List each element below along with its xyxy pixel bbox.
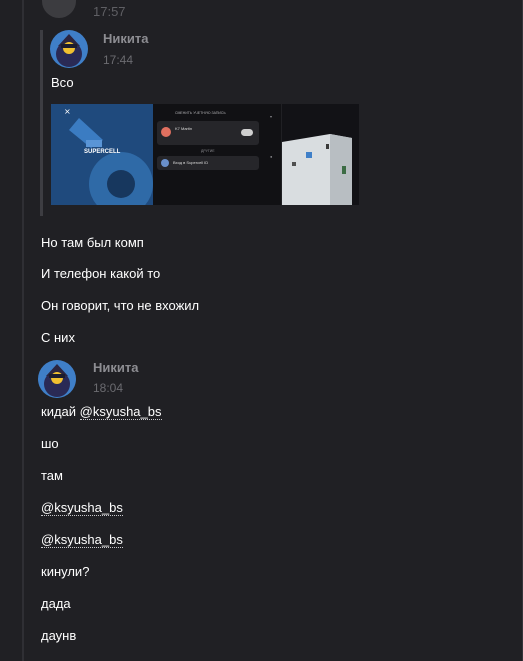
toggle-icon[interactable]: [241, 129, 253, 136]
user-mention[interactable]: @ksyusha_bs: [79, 404, 162, 420]
message-text: даунв: [41, 628, 77, 643]
message-text: С них: [41, 330, 75, 345]
message-time: 17:44: [103, 53, 134, 67]
message-time: 17:57: [93, 4, 126, 19]
supercell-label: SUPERCELL: [84, 149, 121, 155]
other-login-label: Вход в Supercell ID: [173, 160, 209, 165]
thread-line: [22, 0, 24, 661]
avatar[interactable]: [38, 360, 76, 398]
section-label: ДРУГИЕ: [201, 149, 215, 153]
message-text: Но там был комп: [41, 235, 144, 250]
message-text: Он говорит, что не вхожил: [41, 298, 200, 313]
message-text: дада: [41, 596, 71, 611]
chevron-icon: ▾: [270, 114, 273, 119]
other-login-row[interactable]: Вход в Supercell ID: [157, 156, 259, 170]
author-name[interactable]: Никита: [103, 31, 148, 46]
message-text: кидай @ksyusha_bs: [41, 404, 162, 420]
message-text: Всо: [51, 75, 74, 90]
dialog-header: СМЕНИТЬ УЧЕТНУЮ ЗАПИСЬ: [175, 111, 226, 115]
computer-room-photo[interactable]: [282, 104, 359, 205]
message-text: @ksyusha_bs: [41, 500, 123, 516]
avatar[interactable]: [42, 0, 76, 18]
message-text: @ksyusha_bs: [41, 532, 123, 548]
message-time: 18:04: [93, 381, 124, 395]
account-card[interactable]: K7 Martin: [157, 121, 259, 145]
dot-icon: ●: [270, 154, 273, 159]
message-text: шо: [41, 436, 59, 451]
quote-bar: [40, 30, 43, 216]
message-text: кинули?: [41, 564, 90, 579]
message-text: там: [41, 468, 63, 483]
supercell-id-login-screenshot[interactable]: × SUPERCELL: [51, 104, 153, 205]
user-mention[interactable]: @ksyusha_bs: [41, 532, 123, 548]
account-name: K7 Martin: [175, 126, 193, 131]
avatar: [161, 159, 169, 167]
account-switch-screenshot[interactable]: СМЕНИТЬ УЧЕТНУЮ ЗАПИСЬ K7 Martin ДРУГИЕ …: [153, 104, 281, 205]
avatar[interactable]: [50, 30, 88, 68]
user-mention[interactable]: @ksyusha_bs: [41, 500, 123, 516]
message-prefix: кидай: [41, 404, 80, 419]
avatar: [161, 127, 171, 137]
message-text: И телефон какой то: [41, 266, 161, 281]
close-icon[interactable]: ×: [64, 107, 71, 116]
author-name[interactable]: Никита: [93, 360, 138, 375]
